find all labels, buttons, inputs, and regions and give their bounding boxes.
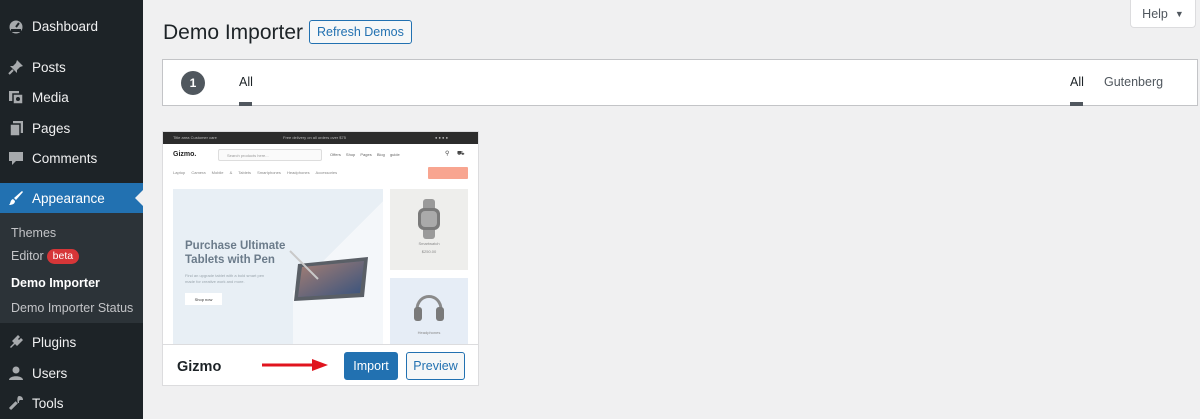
tab-all-right[interactable]: All: [1070, 75, 1084, 106]
media-icon: [8, 89, 24, 105]
menu-comments-label: Comments: [32, 150, 98, 166]
dashboard-icon: [8, 18, 24, 34]
mini-smartwatch-tile: Smartwatch $250.00: [390, 189, 468, 270]
preview-button[interactable]: Preview: [406, 352, 465, 380]
menu-posts-label: Posts: [32, 59, 66, 75]
menu-tools-label: Tools: [32, 395, 64, 411]
help-tab[interactable]: Help ▼: [1130, 0, 1196, 28]
mini-hero: Purchase Ultimate Tablets with Pen Find …: [173, 189, 393, 344]
mini-search: Search products here...: [218, 149, 322, 161]
submenu-editor-label: Editor: [11, 249, 44, 263]
menu-appearance[interactable]: Appearance: [0, 183, 143, 213]
comment-icon: [8, 150, 24, 166]
refresh-demos-button[interactable]: Refresh Demos: [309, 20, 412, 44]
menu-users[interactable]: Users: [0, 358, 143, 388]
mini-smartwatch-price: $250.00: [421, 249, 437, 254]
mini-user-icon: ⚲: [445, 151, 450, 157]
filter-bar: 1 All All Gutenberg: [162, 59, 1198, 106]
mini-headphones-tile: Headphones: [390, 278, 468, 344]
mini-social-icons: ● ● ● ●: [435, 135, 448, 140]
mini-nav-links: Offers Shop Pages Blog guide: [330, 152, 400, 157]
mini-shop-button: Shop now: [185, 293, 222, 305]
menu-dashboard[interactable]: Dashboard: [0, 11, 143, 41]
mini-logo: Gizmo.: [173, 151, 197, 158]
caret-down-icon: ▼: [1174, 8, 1184, 19]
mini-watch-image: [418, 199, 440, 239]
pin-icon: [8, 59, 24, 75]
mini-nav: Gizmo. Search products here... Offers Sh…: [163, 144, 478, 166]
pages-icon: [8, 120, 24, 137]
red-arrow-annotation: [262, 359, 328, 371]
plug-icon: [8, 334, 24, 350]
mini-cta-button: [428, 167, 468, 179]
help-label: Help: [1142, 6, 1168, 21]
menu-pages[interactable]: Pages: [0, 113, 143, 143]
user-icon: [8, 365, 24, 381]
menu-media[interactable]: Media: [0, 82, 143, 112]
submenu-editor[interactable]: Editor beta: [11, 249, 80, 264]
menu-pages-label: Pages: [32, 120, 71, 136]
menu-tools[interactable]: Tools: [0, 388, 143, 418]
mini-hero-text: Find an upgrade tablet with a bold smart…: [185, 273, 265, 284]
submenu-demo-importer[interactable]: Demo Importer: [11, 276, 100, 290]
mini-hero-title-1: Purchase Ultimate: [185, 240, 286, 252]
menu-dashboard-label: Dashboard: [32, 18, 99, 34]
submenu-themes[interactable]: Themes: [11, 226, 56, 240]
theme-card: Title area Customer care Free delivery o…: [162, 131, 479, 386]
mini-hero-title-2: Tablets with Pen: [185, 254, 275, 266]
theme-name: Gizmo: [177, 359, 222, 375]
mini-tablet-image: [289, 250, 368, 301]
tab-all-left[interactable]: All: [239, 75, 253, 106]
wrench-icon: [8, 395, 24, 411]
mini-hero-title: Purchase Ultimate Tablets with Pen: [185, 239, 285, 267]
mini-headphones-image: [414, 295, 444, 321]
menu-posts[interactable]: Posts: [0, 52, 143, 82]
mini-cart-icon: ⛟: [457, 151, 465, 157]
submenu-demo-importer-status[interactable]: Demo Importer Status: [11, 301, 133, 315]
menu-plugins[interactable]: Plugins: [0, 327, 143, 357]
brush-icon: [8, 190, 24, 206]
theme-screenshot[interactable]: Title area Customer care Free delivery o…: [163, 132, 478, 344]
admin-sidebar: Dashboard Posts Media Pages Comments App…: [0, 0, 143, 419]
menu-plugins-label: Plugins: [32, 334, 77, 350]
mini-topbar-center: Free delivery on all orders over $75: [283, 135, 346, 140]
menu-comments[interactable]: Comments: [0, 143, 143, 173]
demo-count-badge: 1: [181, 71, 205, 95]
page-title: Demo Importer: [163, 21, 304, 44]
appearance-submenu: Themes Editor beta Demo Importer Demo Imp…: [0, 213, 143, 323]
mini-categories: Laptop Camera Mobile & Tablets Smartphon…: [173, 170, 338, 175]
import-button[interactable]: Import: [344, 352, 398, 380]
mini-headphones-label: Headphones: [417, 330, 441, 335]
menu-appearance-label: Appearance: [32, 190, 105, 206]
beta-badge: beta: [46, 249, 80, 264]
menu-users-label: Users: [32, 365, 68, 381]
mini-smartwatch-label: Smartwatch: [418, 241, 440, 246]
mini-topbar: Title area Customer care Free delivery o…: [163, 132, 478, 144]
mini-topbar-left: Title area Customer care: [173, 135, 217, 140]
menu-media-label: Media: [32, 89, 69, 105]
tab-gutenberg[interactable]: Gutenberg: [1104, 75, 1163, 89]
